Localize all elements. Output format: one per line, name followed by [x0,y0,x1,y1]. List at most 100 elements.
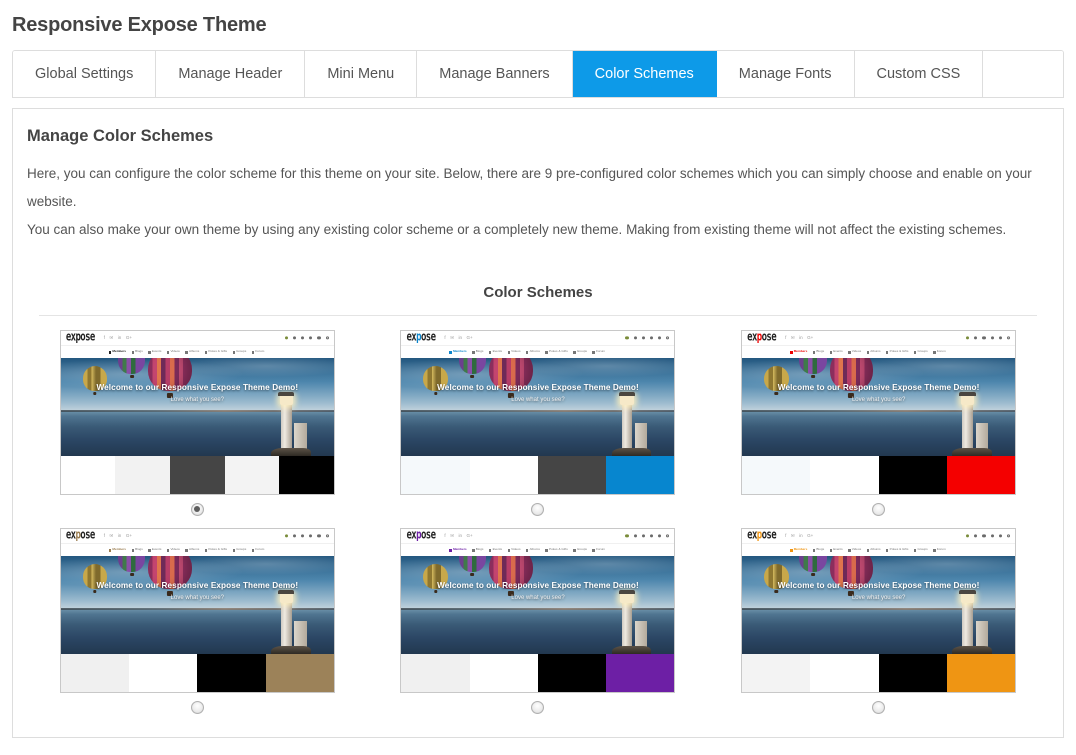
preview-nav-item[interactable]: Videos [166,548,180,552]
globe-icon[interactable] [966,534,970,538]
user-icon[interactable] [974,534,978,538]
user-icon[interactable] [292,336,297,340]
globe-icon[interactable] [284,336,288,340]
preview-nav-item[interactable]: Videos [848,350,861,354]
preview-nav-item[interactable]: Albums [866,548,881,552]
linkedin-icon[interactable]: in [458,533,462,539]
facebook-icon[interactable]: f [785,335,786,341]
scheme-preview-card[interactable]: expose f ✉ in G+ Members Blogs Events Videos Albu… [741,330,1017,495]
scheme-radio-4[interactable] [190,700,204,714]
google-plus-icon[interactable]: G+ [807,335,813,341]
linkedin-icon[interactable]: in [799,533,803,539]
gear-icon[interactable] [317,336,321,340]
preview-nav-item[interactable]: Forum [251,548,264,552]
linkedin-icon[interactable]: in [118,335,122,341]
scheme-preview-card[interactable]: expose f ✉ in G+ Members Blogs Events Videos Albu… [59,330,335,495]
scheme-preview-card[interactable]: expose f ✉ in G+ Members Blogs Events Videos Albu… [741,528,1017,693]
preview-nav-item[interactable]: Pokes & Gifts [886,350,908,354]
tab-custom-css[interactable]: Custom CSS [854,51,984,97]
twitter-icon[interactable]: ✉ [791,335,795,341]
preview-nav-item[interactable]: Forum [933,350,946,354]
preview-nav-item[interactable]: Albums [185,548,199,552]
twitter-icon[interactable]: ✉ [450,533,454,539]
bell-icon[interactable] [649,336,654,340]
facebook-icon[interactable]: f [444,335,445,341]
search-icon[interactable] [325,534,329,538]
preview-nav-item[interactable]: Members [108,350,126,354]
bell-icon[interactable] [990,336,994,340]
preview-nav-item[interactable]: Events [148,350,161,354]
scheme-radio-2[interactable] [531,502,545,516]
gear-icon[interactable] [998,534,1002,538]
message-icon[interactable] [982,336,986,340]
google-plus-icon[interactable]: G+ [807,533,813,539]
preview-nav-item[interactable]: Blogs [812,548,824,552]
preview-nav-item[interactable]: Groups [573,350,587,354]
preview-nav-item[interactable]: Forum [592,548,605,552]
twitter-icon[interactable]: ✉ [791,533,795,539]
preview-nav-item[interactable]: Blogs [472,548,483,552]
preview-nav-item[interactable]: Videos [507,548,521,552]
preview-nav-item[interactable]: Blogs [472,350,483,354]
scheme-radio-1[interactable] [190,502,204,516]
preview-nav-item[interactable]: Events [488,548,502,552]
user-icon[interactable] [974,336,978,340]
tab-global-settings[interactable]: Global Settings [13,51,157,97]
preview-nav-item[interactable]: Forum [592,350,605,354]
globe-icon[interactable] [625,336,629,340]
preview-nav-item[interactable]: Albums [526,350,540,354]
preview-nav-item[interactable]: Forum [251,350,264,354]
preview-nav-item[interactable]: Events [148,548,161,552]
tab-color-schemes[interactable]: Color Schemes [572,51,717,97]
preview-nav-item[interactable]: Groups [573,548,587,552]
preview-nav-item[interactable]: Members [449,350,467,354]
message-icon[interactable] [641,336,645,340]
message-icon[interactable] [301,336,305,340]
scheme-radio-5[interactable] [531,700,545,714]
message-icon[interactable] [982,534,986,538]
preview-nav-item[interactable]: Pokes & Gifts [545,548,568,552]
preview-nav-item[interactable]: Groups [232,548,246,552]
google-plus-icon[interactable]: G+ [466,335,472,341]
scheme-radio-6[interactable] [872,700,886,714]
gear-icon[interactable] [317,534,321,538]
message-icon[interactable] [641,534,645,538]
scheme-preview-card[interactable]: expose f ✉ in G+ Members Blogs Events Videos Albu… [400,330,676,495]
preview-nav-item[interactable]: Pokes & Gifts [545,350,568,354]
preview-nav-item[interactable]: Videos [166,350,180,354]
preview-nav-item[interactable]: Albums [185,350,199,354]
preview-nav-item[interactable]: Pokes & Gifts [204,548,227,552]
globe-icon[interactable] [966,336,970,340]
user-icon[interactable] [633,336,637,340]
globe-icon[interactable] [625,534,629,538]
user-icon[interactable] [292,534,297,538]
linkedin-icon[interactable]: in [118,533,122,539]
message-icon[interactable] [301,534,305,538]
preview-nav-item[interactable]: Forum [933,548,946,552]
preview-nav-item[interactable]: Blogs [131,548,143,552]
preview-nav-item[interactable]: Groups [913,548,928,552]
facebook-icon[interactable]: f [104,335,105,341]
preview-nav-item[interactable]: Groups [913,350,928,354]
preview-nav-item[interactable]: Members [790,548,807,552]
preview-nav-item[interactable]: Members [790,350,807,354]
facebook-icon[interactable]: f [444,533,445,539]
preview-nav-item[interactable]: Events [829,548,843,552]
facebook-icon[interactable]: f [104,533,105,539]
bell-icon[interactable] [309,336,313,340]
preview-nav-item[interactable]: Videos [507,350,521,354]
preview-nav-item[interactable]: Albums [526,548,540,552]
scheme-preview-card[interactable]: expose f ✉ in G+ Members Blogs Events Videos Albu… [400,528,676,693]
preview-nav-item[interactable]: Events [488,350,502,354]
facebook-icon[interactable]: f [785,533,786,539]
preview-nav-item[interactable]: Events [829,350,843,354]
tab-mini-menu[interactable]: Mini Menu [305,51,418,97]
preview-nav-item[interactable]: Pokes & Gifts [204,350,227,354]
preview-nav-item[interactable]: Members [449,548,467,552]
preview-nav-item[interactable]: Blogs [812,350,824,354]
user-icon[interactable] [633,534,637,538]
twitter-icon[interactable]: ✉ [110,335,114,341]
preview-nav-item[interactable]: Videos [848,548,861,552]
search-icon[interactable] [325,336,329,340]
tab-manage-banners[interactable]: Manage Banners [417,51,573,97]
